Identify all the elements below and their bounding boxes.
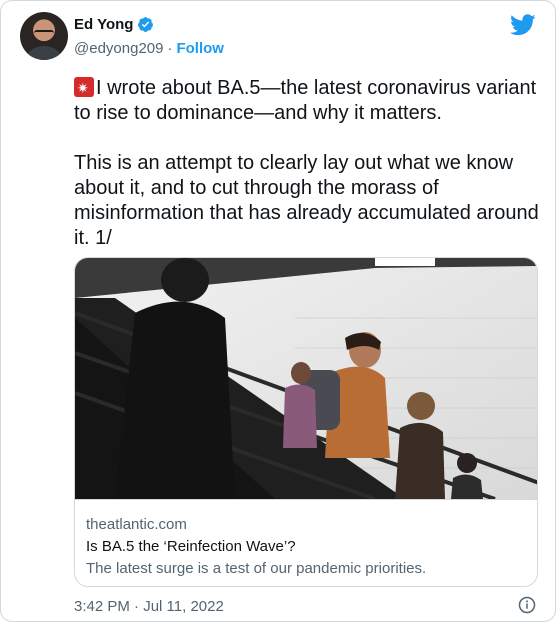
avatar[interactable] bbox=[20, 12, 68, 60]
tweet-text: I wrote about BA.5—the latest coronaviru… bbox=[74, 76, 544, 251]
twitter-bird-icon[interactable] bbox=[510, 14, 536, 36]
author-name[interactable]: Ed Yong bbox=[74, 16, 133, 33]
tweet-header: Ed Yong @edyong209 · Follow bbox=[20, 12, 540, 60]
author-name-row: Ed Yong bbox=[74, 16, 154, 33]
card-description: The latest surge is a test of our pandem… bbox=[86, 560, 427, 577]
verified-badge-icon bbox=[138, 17, 154, 32]
info-icon[interactable] bbox=[518, 596, 536, 614]
card-meta[interactable]: theatlantic.com Is BA.5 the ‘Reinfection… bbox=[75, 499, 537, 586]
tweet-timestamp[interactable]: 3:42 PM · Jul 11, 2022 bbox=[74, 598, 224, 615]
link-card[interactable]: theatlantic.com Is BA.5 the ‘Reinfection… bbox=[74, 257, 538, 587]
author-handle-row: @edyong209 · Follow bbox=[74, 40, 224, 57]
card-image[interactable] bbox=[75, 258, 538, 499]
card-title: Is BA.5 the ‘Reinfection Wave’? bbox=[86, 538, 296, 555]
card-domain: theatlantic.com bbox=[86, 516, 187, 533]
separator-dot: · bbox=[167, 40, 173, 57]
avatar-glasses bbox=[34, 30, 54, 37]
avatar-shirt bbox=[28, 46, 60, 60]
rotating-light-icon bbox=[74, 76, 94, 101]
author-handle[interactable]: @edyong209 bbox=[74, 40, 163, 57]
follow-button[interactable]: Follow bbox=[176, 40, 224, 57]
tweet-body: I wrote about BA.5—the latest coronaviru… bbox=[74, 77, 539, 249]
